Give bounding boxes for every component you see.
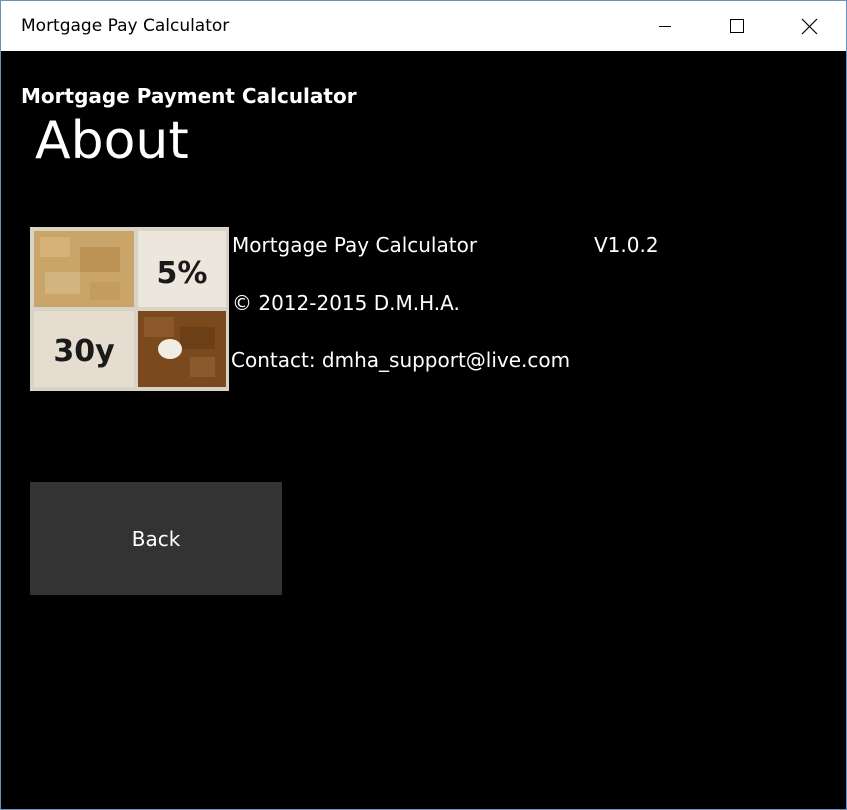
app-window: Mortgage Pay Calculator Mortgage Payment…: [0, 0, 847, 810]
version-label: V1.0.2: [594, 233, 659, 257]
maximize-button[interactable]: [701, 1, 771, 51]
close-button[interactable]: [773, 1, 843, 51]
window-title: Mortgage Pay Calculator: [21, 16, 230, 36]
minimize-icon: [659, 26, 671, 27]
title-bar[interactable]: Mortgage Pay Calculator: [1, 1, 846, 51]
copyright-text: © 2012-2015 D.M.H.A.: [232, 291, 460, 315]
logo-icon: 5% 30y: [30, 227, 229, 391]
logo-term-label: 30y: [53, 334, 115, 369]
logo-rate-label: 5%: [157, 256, 208, 291]
close-icon: [801, 18, 818, 35]
back-button[interactable]: Back: [30, 482, 282, 595]
page-title: About: [35, 111, 189, 171]
contact-text: Contact: dmha_support@live.com: [231, 348, 571, 372]
product-name: Mortgage Pay Calculator: [232, 233, 478, 257]
app-name-heading: Mortgage Payment Calculator: [21, 84, 357, 108]
minimize-button[interactable]: [631, 1, 701, 51]
maximize-icon: [730, 19, 744, 33]
